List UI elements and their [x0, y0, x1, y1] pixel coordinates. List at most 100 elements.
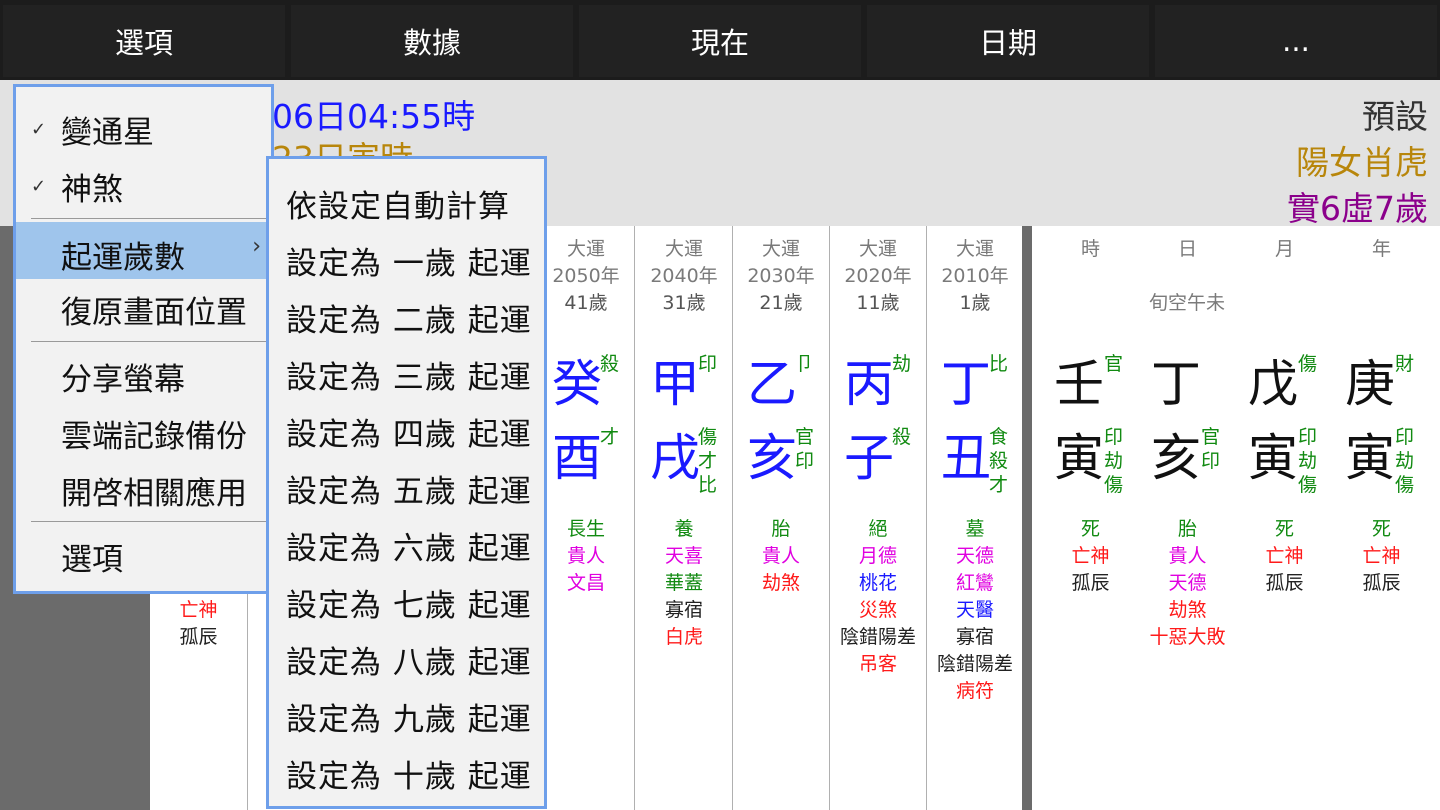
hidden-god-label: 比: [698, 474, 718, 496]
pillar-column[interactable]: 日丁亥官印胎貴人 天德 劫煞 十惡大敗: [1139, 226, 1236, 810]
dayun-label: 大運: [566, 238, 605, 260]
pillar-label: 年: [1371, 238, 1391, 260]
earthly-branch: 寅: [1054, 429, 1104, 487]
earthly-branch: 寅: [1248, 429, 1298, 487]
star-label: 紅鸞: [955, 572, 994, 594]
ten-god-label: 比: [989, 353, 1009, 375]
hidden-god-label: 劫: [1298, 450, 1318, 472]
ten-god-label: 殺: [600, 353, 620, 375]
pillars-area: 旬空午未 時壬官寅印劫傷死亡神 孤辰日丁亥官印胎貴人 天德 劫煞 十惡大敗月戊傷寅印劫傷…: [1032, 226, 1440, 810]
earthly-branch: 戌: [650, 429, 700, 487]
earthly-branch: 子: [844, 429, 894, 487]
submenu-item-age-7[interactable]: 設定為 七歲 起運: [286, 580, 532, 625]
default-profile-label[interactable]: 預設: [1362, 90, 1428, 138]
menu-item-open-apps[interactable]: 開啓相關應用: [16, 468, 271, 516]
hidden-god-label: 傷: [698, 426, 718, 448]
start-age-submenu: 依設定自動計算 設定為 一歲 起運 設定為 二歲 起運 設定為 三歲 起運 設定…: [266, 156, 547, 809]
star-label: 災煞: [858, 599, 897, 621]
submenu-item-age-1[interactable]: 設定為 一歲 起運: [286, 238, 532, 283]
hidden-god-label: 劫: [1395, 450, 1415, 472]
star-label: 亡神: [179, 599, 218, 621]
menu-item-cloud-backup[interactable]: 雲端記錄備份: [16, 411, 271, 459]
star-label: 孤辰: [1362, 572, 1401, 594]
heavenly-stem: 庚: [1345, 355, 1395, 413]
hidden-god-label: 印: [1104, 426, 1124, 448]
star-label: 貴人: [566, 545, 605, 567]
ten-god-label: 財: [1395, 353, 1415, 375]
life-phase: 養: [674, 518, 694, 540]
top-toolbar: 選項 數據 現在 日期 ...: [0, 0, 1440, 80]
star-label: 桃花: [858, 572, 897, 594]
dayun-column[interactable]: 大運 2030年 21歲乙卩亥官印胎貴人 劫煞: [733, 226, 830, 810]
dayun-label: 大運: [955, 238, 994, 260]
submenu-item-age-8[interactable]: 設定為 八歲 起運: [286, 637, 532, 682]
menu-item-options[interactable]: 選項: [16, 534, 271, 582]
hidden-god-label: 才: [698, 450, 718, 472]
pillar-column[interactable]: 年庚財寅印劫傷死亡神 孤辰: [1333, 226, 1430, 810]
age-label: 實6虛7歲: [1287, 189, 1428, 228]
star-label: 亡神: [1265, 545, 1304, 567]
menu-divider: [31, 341, 271, 342]
dayun-age: 21歲: [759, 292, 803, 314]
menu-item-label: 分享螢幕: [61, 362, 185, 398]
dayun-label: 大運: [761, 238, 800, 260]
submenu-item-age-9[interactable]: 設定為 九歲 起運: [286, 694, 532, 739]
heavenly-stem: 丙: [844, 355, 894, 413]
star-label: 劫煞: [761, 572, 800, 594]
heavenly-stem: 甲: [650, 355, 700, 413]
hidden-god-label: 傷: [1298, 474, 1318, 496]
life-phase: 胎: [771, 518, 791, 540]
ten-god-label: 傷: [1298, 353, 1318, 375]
dayun-column[interactable]: 大運 2050年 41歲癸殺酉才長生 貴人 文昌: [538, 226, 635, 810]
dayun-year: 2020年: [844, 265, 912, 287]
life-phase: 死: [1371, 518, 1391, 540]
star-label: 吊客: [858, 653, 897, 675]
dayun-age: 31歲: [662, 292, 706, 314]
heavenly-stem: 戊: [1248, 355, 1298, 413]
star-label: 天德: [1168, 572, 1207, 594]
submenu-item-age-3[interactable]: 設定為 三歲 起運: [286, 352, 532, 397]
menu-item-label: 變通星: [61, 115, 154, 151]
heavenly-stem: 乙: [747, 355, 797, 413]
data-button[interactable]: 數據: [291, 5, 573, 77]
pillar-column[interactable]: 月戊傷寅印劫傷死亡神 孤辰: [1236, 226, 1333, 810]
submenu-item-age-5[interactable]: 設定為 五歲 起運: [286, 466, 532, 511]
submenu-item-auto[interactable]: 依設定自動計算: [286, 181, 510, 226]
submenu-item-age-6[interactable]: 設定為 六歲 起運: [286, 523, 532, 568]
now-button[interactable]: 現在: [579, 5, 861, 77]
date-button[interactable]: 日期: [867, 5, 1149, 77]
dayun-year: 2040年: [650, 265, 718, 287]
menu-item-start-age[interactable]: 起運歲數 ›: [16, 222, 271, 279]
star-label: 貴人: [1168, 545, 1207, 567]
dayun-column[interactable]: 大運 2010年 1歲丁比丑食殺才墓天德 紅鸞 天醫 寡宿 陰錯陽差 病符: [927, 226, 1024, 810]
menu-item-share-screen[interactable]: 分享螢幕: [16, 354, 271, 402]
hidden-god-label: 劫: [1104, 450, 1124, 472]
heavenly-stem: 癸: [552, 355, 602, 413]
hidden-god-label: 殺: [892, 426, 912, 448]
menu-item-restore-position[interactable]: 復原畫面位置: [16, 287, 271, 335]
dayun-column[interactable]: 大運 2040年 31歲甲印戌傷才比養天喜 華蓋 寡宿 白虎: [636, 226, 733, 810]
menu-item-shensha[interactable]: ✓ 神煞: [16, 164, 271, 212]
life-phase: 絕: [868, 518, 888, 540]
star-label: 孤辰: [179, 626, 218, 648]
dayun-column[interactable]: 大運 2020年 11歲丙劫子殺絕月德 桃花 災煞 陰錯陽差 吊客: [830, 226, 927, 810]
earthly-branch: 酉: [552, 429, 602, 487]
submenu-item-age-10[interactable]: 設定為 十歲 起運: [286, 751, 532, 796]
pillar-column[interactable]: 時壬官寅印劫傷死亡神 孤辰: [1042, 226, 1139, 810]
dayun-age: 11歲: [856, 292, 900, 314]
menu-item-shishen[interactable]: ✓ 變通星: [16, 107, 271, 155]
star-label: 貴人: [761, 545, 800, 567]
more-button[interactable]: ...: [1155, 5, 1437, 77]
life-phase: 長生: [566, 518, 605, 540]
options-button[interactable]: 選項: [3, 5, 285, 77]
star-label: 亡神: [1071, 545, 1110, 567]
submenu-item-age-2[interactable]: 設定為 二歲 起運: [286, 295, 532, 340]
hidden-god-label: 傷: [1395, 474, 1415, 496]
star-label: 孤辰: [1265, 572, 1304, 594]
birth-datetime: 06日04:55時: [272, 97, 476, 136]
star-label: 文昌: [566, 572, 605, 594]
submenu-item-age-4[interactable]: 設定為 四歲 起運: [286, 409, 532, 454]
pillar-label: 日: [1177, 238, 1197, 260]
life-phase: 死: [1080, 518, 1100, 540]
pillar-label: 時: [1080, 238, 1100, 260]
